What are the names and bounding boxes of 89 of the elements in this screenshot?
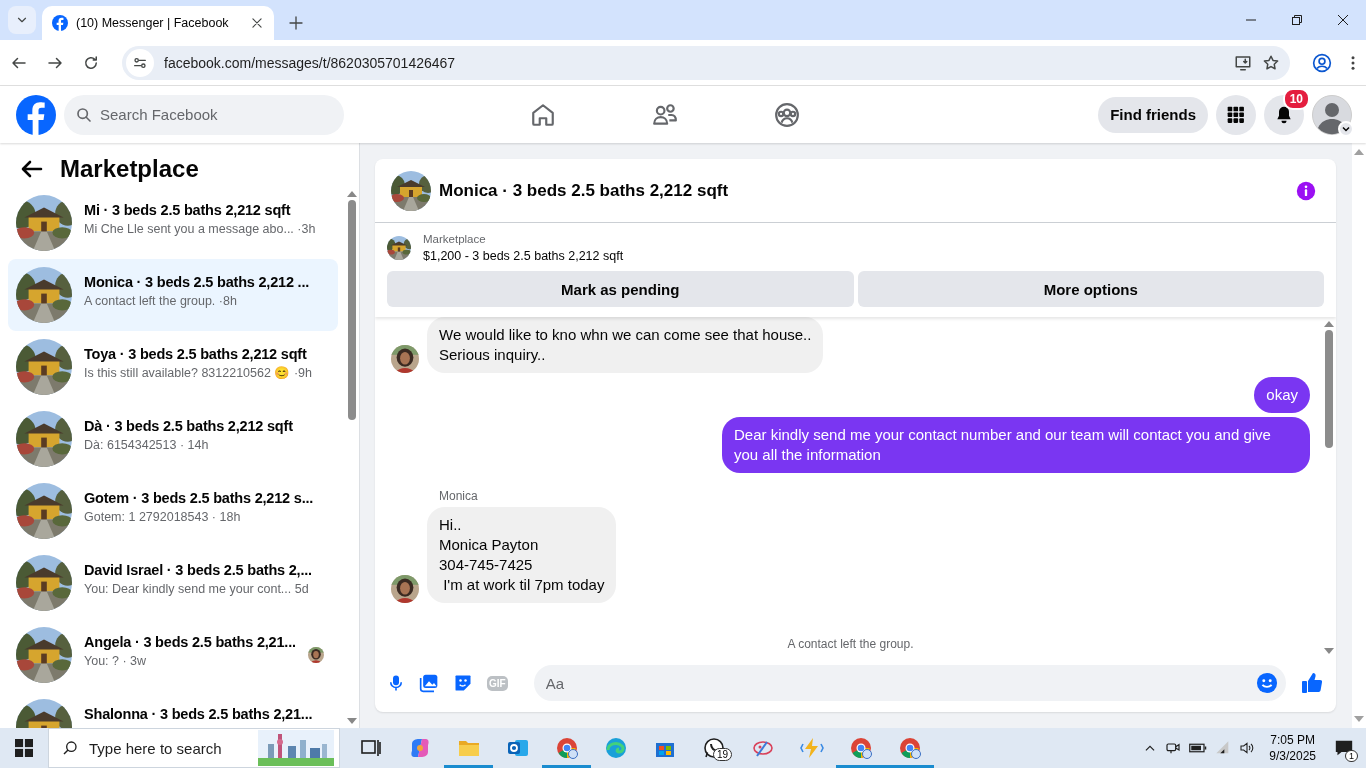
- message-bubble: okay: [1254, 377, 1310, 413]
- browser-icon: [554, 736, 579, 760]
- new-tab-icon[interactable]: [288, 15, 304, 31]
- scroll-down-icon[interactable]: [1324, 648, 1334, 654]
- browser-tab[interactable]: (10) Messenger | Facebook: [42, 6, 274, 40]
- count-badge: 1: [1345, 750, 1358, 762]
- notification-badge: 10: [1282, 87, 1310, 110]
- browser-icon: [848, 736, 873, 760]
- conversation-item[interactable]: Dà · 3 beds 2.5 baths 2,212 sqft Dà: 6154342513 · 14h: [8, 403, 338, 475]
- restore-icon[interactable]: [1291, 14, 1303, 26]
- avatar-icon[interactable]: [1312, 94, 1352, 135]
- notification-icon[interactable]: [1334, 739, 1354, 757]
- conversation-snippet: You: ? · 3w: [84, 653, 148, 669]
- action-button[interactable]: Mark as pending: [387, 271, 854, 307]
- groups-icon[interactable]: [774, 101, 800, 128]
- conversation-snippet: Is this still available? 8312210562 😊 ·9h: [84, 365, 313, 381]
- conversation-snippet: Mi Che Lle sent you a message abo... ·3h: [84, 221, 317, 237]
- facebook-logo-icon: [52, 15, 68, 31]
- clock-time[interactable]: 7:05 PM: [1270, 732, 1315, 748]
- install-app-icon[interactable]: [1234, 53, 1252, 72]
- listing-detail: $1,200 - 3 beds 2.5 baths 2,212 sqft: [423, 249, 624, 263]
- scroll-up-icon[interactable]: [1324, 321, 1334, 327]
- emoji-icon[interactable]: [1256, 672, 1278, 694]
- scroll-up-icon[interactable]: [1354, 149, 1364, 155]
- reload-icon[interactable]: [82, 53, 100, 72]
- search-icon: [62, 740, 78, 756]
- url-text: facebook.com/messages/t/8620305701426467: [164, 54, 457, 71]
- scrollbar-thumb[interactable]: [1325, 330, 1333, 448]
- conversation-title: Dà · 3 beds 2.5 baths 2,212 sqft: [84, 417, 294, 435]
- sticker-icon[interactable]: [453, 673, 473, 693]
- chat-title: Monica · 3 beds 2.5 baths 2,212 sqft: [439, 180, 730, 201]
- scroll-up-icon[interactable]: [347, 191, 358, 197]
- action-button[interactable]: More options: [857, 271, 1324, 307]
- conversation-snippet: Dà: 6154342513 · 14h: [84, 437, 210, 453]
- photo-icon[interactable]: [419, 673, 439, 693]
- more-menu-icon[interactable]: [1350, 53, 1356, 72]
- sender-name: Monica: [439, 489, 479, 503]
- conversation-snippet: You: Dear kindly send me your cont... 5d: [84, 581, 310, 597]
- bolt-icon: [799, 736, 824, 760]
- volume-icon[interactable]: [1239, 740, 1256, 756]
- conversation-title: Gotem · 3 beds 2.5 baths 2,212 s...: [84, 489, 315, 507]
- camera-icon[interactable]: [1165, 740, 1182, 756]
- facebook-logo-icon[interactable]: [16, 94, 56, 135]
- conversation-item[interactable]: Monica · 3 beds 2.5 baths 2,212 ... A contact left the group. ·8h: [8, 259, 338, 331]
- conversation-snippet: Gotem: 1 2792018543 · 18h: [84, 509, 242, 525]
- conversation-item[interactable]: Mi · 3 beds 2.5 baths 2,212 sqft Mi Che Lle sent you a message abo... ·3h: [8, 187, 338, 259]
- tab-title: (10) Messenger | Facebook: [76, 16, 230, 30]
- microphone-icon[interactable]: [387, 673, 405, 693]
- close-icon[interactable]: [250, 16, 264, 30]
- listing-label: Marketplace: [423, 233, 487, 245]
- scroll-down-icon[interactable]: [347, 718, 358, 724]
- thumbs-up-icon[interactable]: [1300, 671, 1324, 695]
- message-bubble: We would like to kno whn we can come see that house.. Serious inquiry..: [427, 317, 824, 373]
- profile-icon[interactable]: [1312, 52, 1332, 73]
- conversation-title: Shalonna · 3 beds 2.5 baths 2,21...: [84, 705, 314, 723]
- conversation-item[interactable]: Angela · 3 beds 2.5 baths 2,21... You: ? · 3w: [8, 619, 338, 691]
- home-icon[interactable]: [530, 101, 556, 128]
- taskbar-app[interactable]: 19: [689, 728, 738, 768]
- panel-title: Marketplace: [60, 155, 199, 183]
- address-bar[interactable]: facebook.com/messages/t/8620305701426467: [122, 45, 1290, 80]
- count-badge: 19: [712, 748, 732, 761]
- conversation-item[interactable]: Toya · 3 beds 2.5 baths 2,212 sqft Is this still available? 8312210562 😊 ·9h: [8, 331, 338, 403]
- windows-logo-icon[interactable]: [15, 739, 33, 757]
- conversation-snippet: A contact left the group. ·8h: [84, 293, 238, 309]
- scrollbar-thumb[interactable]: [348, 200, 357, 420]
- menu-button[interactable]: [1216, 94, 1256, 135]
- search-field[interactable]: Search Facebook: [64, 94, 344, 135]
- conversation-title: Mi · 3 beds 2.5 baths 2,212 sqft: [84, 201, 292, 219]
- browser-icon: [603, 736, 628, 760]
- star-icon[interactable]: [1262, 53, 1280, 72]
- conversation-title: Angela · 3 beds 2.5 baths 2,21...: [84, 633, 296, 651]
- clock-date[interactable]: 9/3/2025: [1269, 748, 1316, 764]
- scroll-down-icon[interactable]: [1354, 716, 1364, 722]
- conversation-item[interactable]: David Israel · 3 beds 2.5 baths 2,... You: Dear kindly send me your cont... 5d: [8, 547, 338, 619]
- message-bubble: Hi.. Monica Payton 304-745-7425 I'm at work til 7pm today: [427, 507, 617, 603]
- info-icon[interactable]: [1296, 180, 1316, 201]
- conversation-item[interactable]: Gotem · 3 beds 2.5 baths 2,212 s... Gotem: 1 2792018543 · 18h: [8, 475, 338, 547]
- conversation-title: Toya · 3 beds 2.5 baths 2,212 sqft: [84, 345, 308, 363]
- browser-icon: [897, 736, 922, 760]
- grid-icon: [1226, 104, 1246, 125]
- close-icon[interactable]: [1337, 14, 1349, 26]
- message-bubble: Dear kindly send me your contact number and our team will contact you and give you all the information: [722, 417, 1310, 473]
- system-notice: A contact left the group.: [787, 637, 914, 651]
- conversation-title: David Israel · 3 beds 2.5 baths 2,...: [84, 561, 313, 579]
- conversation-title: Monica · 3 beds 2.5 baths 2,212 ...: [84, 273, 311, 291]
- friends-icon[interactable]: [652, 101, 678, 128]
- message-field[interactable]: Aa: [533, 665, 1286, 701]
- find-friends-button[interactable]: Find friends: [1098, 96, 1208, 133]
- search-icon: [76, 106, 92, 123]
